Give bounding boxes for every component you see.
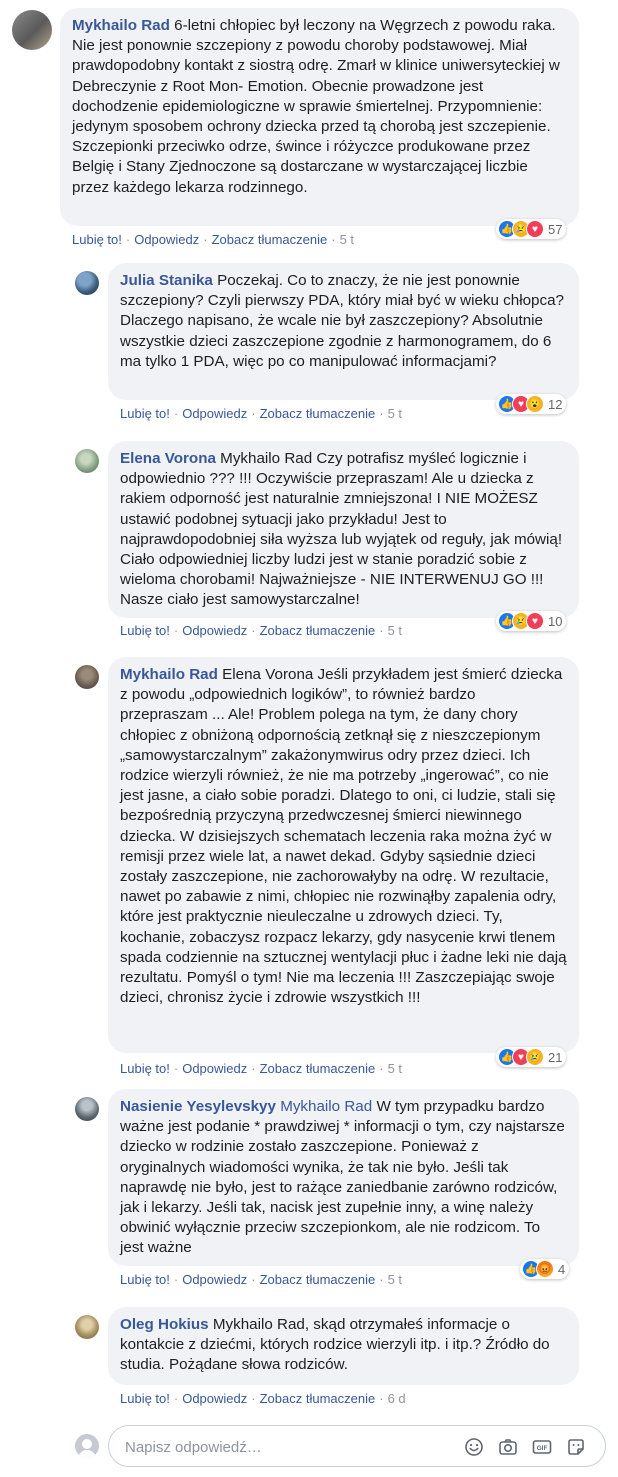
- camera-icon[interactable]: [498, 1437, 518, 1457]
- like-link[interactable]: Lubię to!: [120, 406, 170, 421]
- avatar[interactable]: [12, 10, 52, 50]
- comment-text: 6-letni chłopiec był leczony na Węgrzech…: [72, 17, 560, 196]
- reactions-badge[interactable]: 👍 😢 ♥ 57: [496, 219, 567, 239]
- translate-link[interactable]: Zobacz tłumaczenie: [260, 1272, 376, 1287]
- reaction-count: 12: [548, 396, 563, 412]
- comment-author[interactable]: Julia Stanika: [120, 272, 213, 289]
- avatar[interactable]: [75, 665, 99, 689]
- angry-reaction-icon: 😡: [536, 1260, 554, 1278]
- comment-bubble: Mykhailo Rad 6-letni chłopiec był leczon…: [60, 8, 579, 226]
- sad-reaction-icon: 😢: [526, 1048, 544, 1066]
- comment-bubble: Oleg Hokius Mykhailo Rad, skąd otrzymałe…: [108, 1307, 579, 1385]
- comment-bubble: Elena Vorona Mykhailo Rad Czy potrafisz …: [108, 441, 579, 618]
- avatar[interactable]: [75, 449, 99, 473]
- reactions-badge[interactable]: 👍 ♥ 😢 21: [496, 1047, 567, 1067]
- avatar[interactable]: [75, 271, 99, 295]
- timestamp[interactable]: 5 t: [388, 406, 402, 421]
- comment-author[interactable]: Mykhailo Rad: [72, 17, 170, 34]
- comment-bubble: Nasienie Yesylevskyy Mykhailo Rad W tym …: [108, 1089, 579, 1266]
- reaction-count: 57: [548, 221, 563, 237]
- timestamp[interactable]: 5 t: [388, 1272, 402, 1287]
- like-link[interactable]: Lubię to!: [120, 623, 170, 638]
- reply-composer[interactable]: GIF: [108, 1425, 606, 1467]
- translate-link[interactable]: Zobacz tłumaczenie: [260, 1391, 376, 1406]
- like-link[interactable]: Lubię to!: [120, 1391, 170, 1406]
- comment-actions: Lubię to! · Odpowiedz · Zobacz tłumaczenie · 5…: [72, 232, 355, 247]
- comment-author[interactable]: Mykhailo Rad: [120, 666, 218, 683]
- comment-actions: Lubię to! · Odpowiedz · Zobacz tłumaczenie · 5…: [120, 1272, 403, 1287]
- reaction-count: 4: [558, 1261, 566, 1277]
- translate-link[interactable]: Zobacz tłumaczenie: [260, 406, 376, 421]
- emoji-icon[interactable]: [464, 1437, 484, 1457]
- reply-input[interactable]: [123, 1436, 447, 1458]
- love-reaction-icon: ♥: [526, 612, 544, 630]
- reactions-badge[interactable]: 👍 😡 4: [520, 1259, 570, 1279]
- comment-author[interactable]: Elena Vorona: [120, 450, 216, 467]
- like-link[interactable]: Lubię to!: [72, 232, 122, 247]
- reply-link[interactable]: Odpowiedz: [182, 1061, 247, 1076]
- love-reaction-icon: ♥: [526, 220, 544, 238]
- timestamp[interactable]: 5 t: [388, 623, 402, 638]
- comment-bubble: Mykhailo Rad Elena Vorona Jeśli przykład…: [108, 657, 579, 1053]
- comment-bubble: Julia Stanika Poczekaj. Co to znaczy, że…: [108, 263, 579, 400]
- comment-actions: Lubię to! · Odpowiedz · Zobacz tłumaczenie · 5…: [120, 623, 403, 638]
- reply-link[interactable]: Odpowiedz: [182, 1391, 247, 1406]
- wow-reaction-icon: 😮: [526, 395, 544, 413]
- avatar: [75, 1434, 99, 1458]
- sticker-icon[interactable]: [566, 1437, 586, 1457]
- like-link[interactable]: Lubię to!: [120, 1061, 170, 1076]
- avatar[interactable]: [75, 1315, 99, 1339]
- reactions-badge[interactable]: 👍 😢 ♥ 10: [496, 611, 567, 631]
- comment-actions: Lubię to! · Odpowiedz · Zobacz tłumaczenie · 6…: [120, 1391, 406, 1406]
- timestamp[interactable]: 5 t: [388, 1061, 402, 1076]
- comment-text: Elena Vorona Jeśli przykładem jest śmier…: [120, 666, 567, 1007]
- translate-link[interactable]: Zobacz tłumaczenie: [212, 232, 328, 247]
- avatar[interactable]: [75, 1097, 99, 1121]
- reply-link[interactable]: Odpowiedz: [182, 1272, 247, 1287]
- comment-text: Mykhailo Rad Czy potrafisz myśleć logicz…: [120, 450, 563, 609]
- gif-icon[interactable]: GIF: [532, 1437, 552, 1457]
- comment-actions: Lubię to! · Odpowiedz · Zobacz tłumaczenie · 5…: [120, 406, 403, 421]
- reply-link[interactable]: Odpowiedz: [134, 232, 199, 247]
- comment-actions: Lubię to! · Odpowiedz · Zobacz tłumaczenie · 5…: [120, 1061, 403, 1076]
- comment-author[interactable]: Oleg Hokius: [120, 1316, 209, 1333]
- reaction-count: 10: [548, 613, 563, 629]
- timestamp[interactable]: 6 d: [388, 1391, 406, 1406]
- translate-link[interactable]: Zobacz tłumaczenie: [260, 623, 376, 638]
- comment-author[interactable]: Nasienie Yesylevskyy: [120, 1098, 276, 1115]
- reply-link[interactable]: Odpowiedz: [182, 623, 247, 638]
- comment-mention[interactable]: Mykhailo Rad: [280, 1098, 372, 1115]
- timestamp[interactable]: 5 t: [340, 232, 354, 247]
- reaction-count: 21: [548, 1049, 563, 1065]
- reactions-badge[interactable]: 👍 ♥ 😮 12: [496, 394, 567, 414]
- comment-text: W tym przypadku bardzo ważne jest podani…: [120, 1098, 565, 1257]
- svg-text:GIF: GIF: [537, 1445, 548, 1452]
- translate-link[interactable]: Zobacz tłumaczenie: [260, 1061, 376, 1076]
- like-link[interactable]: Lubię to!: [120, 1272, 170, 1287]
- reply-link[interactable]: Odpowiedz: [182, 406, 247, 421]
